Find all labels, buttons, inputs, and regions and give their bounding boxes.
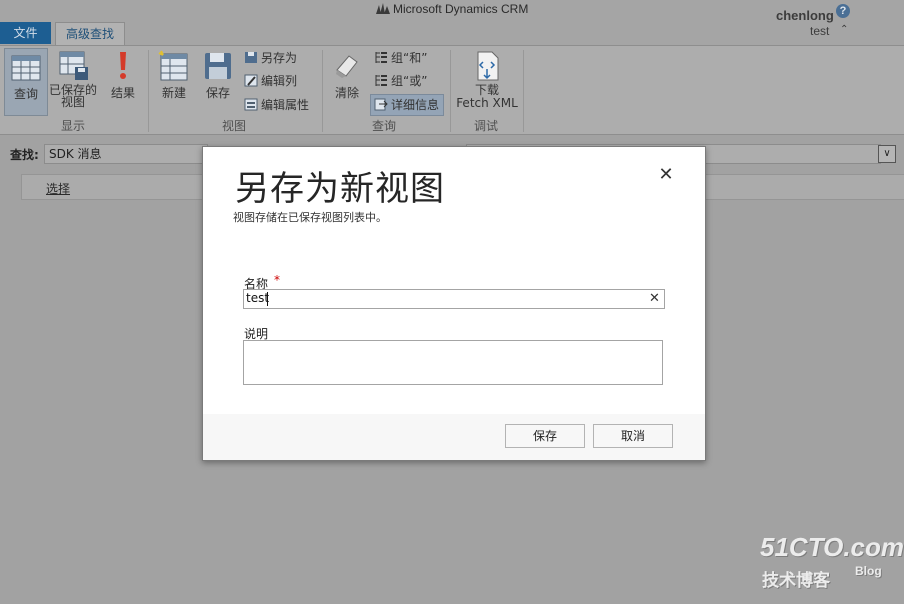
save-as-button[interactable]: 另存为 — [244, 48, 297, 68]
query-button[interactable]: 查询 — [4, 48, 48, 116]
saved-views-button[interactable]: 已保存的视图 — [48, 50, 100, 108]
chevron-up-icon[interactable]: ⌃ — [840, 24, 848, 35]
edit-properties-label: 编辑属性 — [261, 98, 310, 112]
save-label: 保存 — [205, 86, 230, 100]
new-button[interactable]: 新建 — [155, 50, 193, 101]
chevron-down-icon[interactable]: ∨ — [878, 145, 896, 163]
ribbon-separator — [148, 50, 149, 132]
details-icon — [374, 98, 388, 111]
user-name[interactable]: chenlong — [776, 8, 834, 23]
watermark-subtitle: 技术博客 — [762, 571, 830, 591]
details-label: 详细信息 — [391, 98, 440, 112]
dialog-title: 另存为新视图 — [235, 169, 445, 209]
dynamics-logo-icon — [376, 3, 390, 14]
edit-columns-icon — [244, 74, 258, 87]
name-field-value: test — [246, 291, 270, 305]
group-and-icon — [375, 52, 387, 63]
group-or-button[interactable]: 组“或” — [374, 71, 427, 91]
download-fetch-xml-button[interactable]: 下载 Fetch XML — [454, 50, 520, 110]
name-field[interactable] — [243, 289, 665, 309]
select-link[interactable]: 选择 — [46, 180, 70, 197]
new-view-icon — [158, 50, 188, 81]
save-as-icon — [245, 52, 257, 63]
floppy-disk-icon — [205, 53, 231, 79]
saved-views-label: 已保存的视图 — [48, 83, 97, 109]
new-label: 新建 — [161, 86, 186, 100]
text-caret — [267, 292, 268, 306]
edit-properties-icon — [244, 98, 258, 111]
help-icon[interactable]: ? — [836, 4, 850, 18]
group-label-query: 查询 — [371, 119, 396, 133]
clear-button[interactable]: 清除 — [329, 50, 365, 101]
group-label-show: 显示 — [60, 119, 85, 133]
exclamation-icon — [120, 52, 126, 79]
clear-input-icon[interactable]: ✕ — [649, 291, 660, 306]
group-and-button[interactable]: 组“和” — [374, 48, 427, 68]
close-icon[interactable]: ✕ — [658, 166, 674, 184]
query-label: 查询 — [13, 87, 38, 101]
save-as-dialog: 另存为新视图 ✕ 视图存储在已保存视图列表中。 名称 * test ✕ 说明 保… — [202, 146, 706, 461]
required-indicator: * — [274, 273, 280, 287]
dialog-cancel-button[interactable]: 取消 — [593, 424, 673, 448]
dialog-subtitle: 视图存储在已保存视图列表中。 — [233, 211, 387, 224]
edit-columns-button[interactable]: 编辑列 — [244, 71, 297, 91]
save-as-label: 另存为 — [261, 51, 298, 65]
edit-columns-label: 编辑列 — [261, 74, 298, 88]
group-and-label: 组“和” — [391, 51, 428, 65]
fetch-xml-label: Fetch XML — [456, 96, 518, 110]
save-button[interactable]: 保存 — [199, 50, 237, 101]
results-button[interactable]: 结果 — [106, 50, 140, 101]
entity-select[interactable]: SDK 消息 — [44, 144, 208, 164]
details-button[interactable]: 详细信息 — [370, 94, 445, 116]
edit-properties-button[interactable]: 编辑属性 — [244, 95, 309, 115]
saved-views-icon — [59, 51, 88, 80]
find-label: 查找: — [10, 148, 39, 162]
tab-advanced-find[interactable]: 高级查找 — [55, 22, 125, 45]
tab-file[interactable]: 文件 — [0, 22, 51, 44]
brand-text: Microsoft Dynamics CRM — [393, 2, 529, 16]
group-label-view: 视图 — [221, 119, 246, 133]
ribbon-separator — [523, 50, 524, 132]
ribbon-separator — [322, 50, 323, 132]
group-or-label: 组“或” — [391, 74, 428, 88]
ribbon-separator — [450, 50, 451, 132]
watermark-logo: 51CTO.com — [760, 532, 904, 562]
org-name[interactable]: test — [810, 24, 829, 38]
group-label-debug: 调试 — [473, 119, 498, 133]
watermark-blog: Blog — [855, 564, 882, 578]
description-field[interactable] — [243, 340, 663, 385]
clear-label: 清除 — [334, 86, 359, 100]
results-label: 结果 — [110, 86, 135, 100]
group-or-icon — [375, 75, 387, 86]
brand: Microsoft Dynamics CRM — [376, 2, 528, 16]
query-grid-icon — [11, 55, 41, 81]
eraser-icon — [336, 55, 358, 78]
download-xml-icon — [477, 51, 499, 81]
dialog-save-button[interactable]: 保存 — [505, 424, 585, 448]
